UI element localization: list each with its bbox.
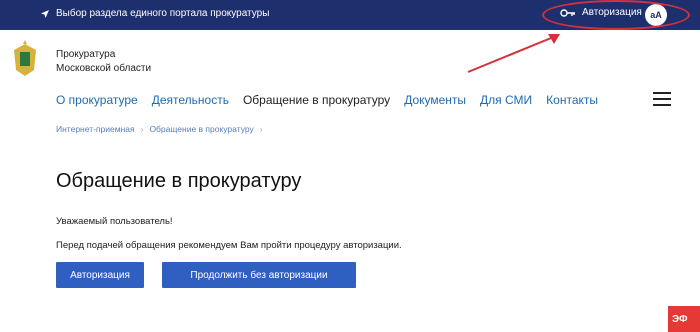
organization-name-line2: Московской области [56, 63, 152, 74]
prosecutor-emblem-logo [14, 40, 36, 76]
recommendation-text: Перед подачей обращения рекомендуем Вам … [56, 240, 402, 251]
breadcrumb-item-appeal[interactable]: Обращение в прокуратуру [149, 124, 253, 134]
annotation-ellipse [542, 0, 690, 30]
nav-item-documents[interactable]: Документы [404, 93, 466, 107]
main-nav: О прокуратуре Деятельность Обращение в п… [56, 93, 612, 107]
annotation-arrow [467, 34, 560, 73]
organization-name-line1: Прокуратура [56, 49, 116, 60]
region-selector[interactable]: Выбор раздела единого портала прокуратур… [40, 8, 269, 19]
region-selector-label: Выбор раздела единого портала прокуратур… [56, 8, 270, 19]
greeting-text: Уважаемый пользователь! [56, 216, 173, 227]
organization-name: Прокуратура Московской области [56, 48, 151, 76]
breadcrumb-item-reception[interactable]: Интернет-приемная [56, 124, 135, 134]
continue-without-login-button[interactable]: Продолжить без авторизации [162, 262, 356, 288]
breadcrumb-separator: › [259, 124, 263, 134]
location-arrow-icon [41, 9, 49, 18]
breadcrumb-separator: › [140, 124, 144, 134]
page-title: Обращение в прокуратуру [56, 170, 302, 192]
nav-item-about[interactable]: О прокуратуре [56, 93, 138, 107]
login-button[interactable]: Авторизация [56, 262, 144, 288]
nav-item-activity[interactable]: Деятельность [152, 93, 229, 107]
nav-item-appeal[interactable]: Обращение в прокуратуру [243, 93, 390, 107]
nav-item-contacts[interactable]: Контакты [546, 93, 598, 107]
breadcrumb: Интернет-приемная › Обращение в прокурат… [56, 124, 263, 134]
menu-icon[interactable] [653, 92, 671, 110]
nav-item-media[interactable]: Для СМИ [480, 93, 532, 107]
corner-badge[interactable]: ЭФ [668, 306, 700, 332]
